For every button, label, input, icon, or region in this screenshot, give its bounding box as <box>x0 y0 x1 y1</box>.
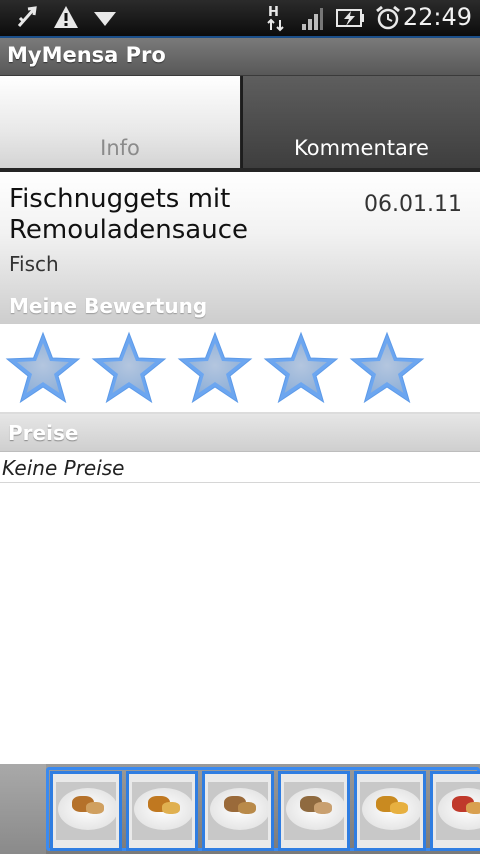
tab-bar: Info Kommentare <box>0 76 480 248</box>
star-4-icon[interactable] <box>262 330 340 406</box>
warning-icon <box>53 4 79 34</box>
star-rating <box>0 326 480 412</box>
meal-photo <box>208 782 268 840</box>
gallery-thumbnail[interactable] <box>126 771 198 851</box>
photo-gallery <box>0 764 480 854</box>
network-h-icon: H <box>266 2 288 36</box>
meal-date: 06.01.11 <box>364 192 462 217</box>
meal-header: Fischnuggets mit Remouladensauce 06.01.1… <box>0 172 480 324</box>
prices-section-title: Preise <box>8 421 79 445</box>
prices-section-header: Preise <box>0 414 480 452</box>
gallery-left-edge <box>0 764 46 854</box>
star-5-icon[interactable] <box>348 330 426 406</box>
app-title: MyMensa Pro <box>7 43 166 67</box>
alarm-icon <box>374 4 402 36</box>
prices-empty-text: Keine Preise <box>2 456 125 480</box>
gallery-thumbnail[interactable] <box>430 771 480 851</box>
meal-category: Fisch <box>9 252 59 276</box>
rating-section-title: Meine Bewertung <box>9 294 208 318</box>
title-bar: MyMensa Pro <box>0 38 480 76</box>
gallery-thumbnail[interactable] <box>278 771 350 851</box>
tab-kommentare[interactable]: Kommentare <box>241 76 480 168</box>
network-type-label: H <box>268 5 279 20</box>
notification-down-icon[interactable] <box>92 4 118 34</box>
screen: H 22:49 MyMensa Pro Info Kommentare Fisc… <box>0 0 480 854</box>
status-bar: H 22:49 <box>0 0 480 38</box>
divider <box>0 482 480 483</box>
status-time: 22:49 <box>402 3 472 31</box>
star-1-icon[interactable] <box>4 330 82 406</box>
tab-info[interactable]: Info <box>0 76 240 168</box>
meal-photo <box>132 782 192 840</box>
signal-icon <box>300 4 324 36</box>
meal-name: Fischnuggets mit Remouladensauce <box>9 184 248 245</box>
gallery-thumbnail[interactable] <box>50 771 122 851</box>
meal-photo <box>436 782 480 840</box>
star-2-icon[interactable] <box>90 330 168 406</box>
usb-debug-icon <box>14 4 40 36</box>
gallery-thumbnail[interactable] <box>354 771 426 851</box>
star-3-icon[interactable] <box>176 330 254 406</box>
tab-kommentare-label: Kommentare <box>294 136 429 160</box>
gallery-thumbnail[interactable] <box>202 771 274 851</box>
tab-info-label: Info <box>100 136 140 160</box>
battery-charging-icon <box>336 4 366 36</box>
meal-photo <box>360 782 420 840</box>
meal-photo <box>284 782 344 840</box>
meal-photo <box>56 782 116 840</box>
